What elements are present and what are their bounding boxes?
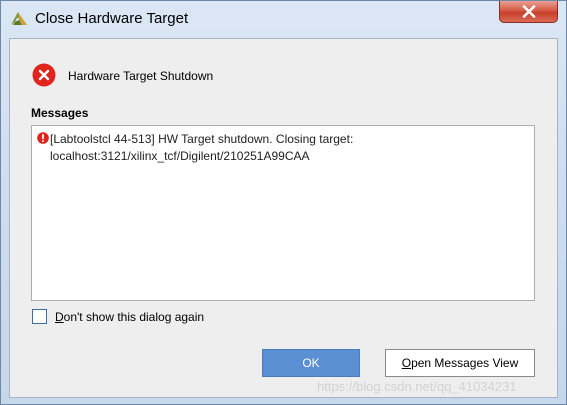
dialog-body: Hardware Target Shutdown Messages [Labto… (9, 38, 558, 398)
dialog-header-text: Hardware Target Shutdown (68, 69, 214, 83)
window-title: Close Hardware Target (35, 10, 189, 27)
dont-show-label[interactable]: Don't show this dialog again (55, 310, 204, 324)
dialog-window: Close Hardware Target Hardware Target Sh… (0, 0, 567, 405)
watermark-text: https://blog.csdn.net/qq_41034231 (317, 379, 517, 394)
error-icon (37, 131, 49, 144)
open-messages-view-button[interactable]: Open Messages View (385, 349, 535, 377)
close-icon (522, 5, 536, 18)
ok-button[interactable]: OK (262, 349, 360, 377)
error-icon (32, 63, 56, 87)
messages-label: Messages (31, 106, 89, 120)
open-messages-label-text: pen Messages View (411, 356, 519, 370)
title-bar[interactable]: Close Hardware Target (1, 1, 566, 37)
messages-list[interactable]: [Labtoolstcl 44-513] HW Target shutdown.… (31, 125, 535, 301)
message-text: [Labtoolstcl 44-513] HW Target shutdown.… (50, 132, 354, 163)
mnemonic-letter: D (55, 310, 64, 324)
dont-show-label-text: on't show this dialog again (63, 310, 205, 324)
window-close-button[interactable] (499, 1, 558, 23)
mnemonic-letter: O (401, 356, 412, 370)
dont-show-checkbox[interactable] (32, 309, 47, 324)
vivado-logo-icon (10, 10, 28, 28)
